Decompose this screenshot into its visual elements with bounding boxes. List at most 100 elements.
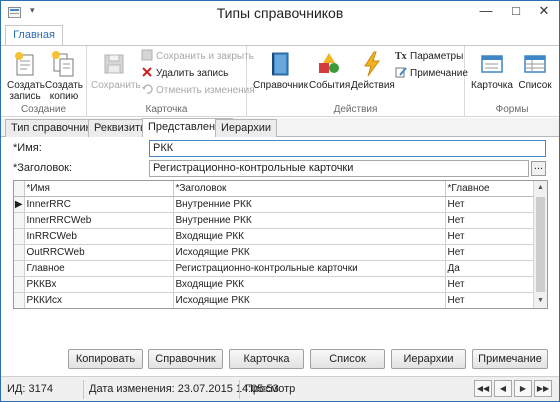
table-row[interactable]: Главное Регистрационно-контрольные карто… [14,260,534,277]
save-disk-icon [104,54,124,74]
cell-main[interactable]: Нет [445,276,534,293]
table-row[interactable]: InRRCWeb Входящие РКК Нет [14,228,534,245]
name-field[interactable]: РКК [149,140,546,157]
grid-vertical-scrollbar[interactable]: ▲ ▼ [533,181,547,308]
previous-record-icon[interactable]: ◀ [494,380,512,397]
grid-indicator-header [14,181,25,197]
scroll-up-icon[interactable]: ▲ [534,181,547,195]
cell-name[interactable]: InnerRRC [24,196,174,213]
svg-text:Tx: Tx [395,51,407,61]
save-close-button[interactable]: Сохранить и закрыть [141,49,254,65]
reference-button[interactable]: Справочник [253,50,308,91]
note-bottom-button[interactable]: Примечание [472,349,548,369]
cell-title[interactable]: Входящие РКК [173,276,446,293]
list-form-label: Список [518,80,552,91]
table-row[interactable]: РККВх Входящие РКК Нет [14,276,534,293]
row-selected-indicator-icon: ▶ [14,196,25,213]
table-row[interactable]: РККИсх Исходящие РКК Нет [14,292,534,308]
status-bar: ИД: 3174 Дата изменения: 23.07.2015 14:0… [1,376,559,401]
events-label: События [309,80,351,91]
minimize-button[interactable]: — [473,1,499,21]
reference-bottom-button[interactable]: Справочник [148,349,223,369]
first-record-icon[interactable]: ◀◀ [474,380,492,397]
scroll-down-icon[interactable]: ▼ [534,294,547,308]
cell-main[interactable]: Нет [445,228,534,245]
column-header-main[interactable]: *Главное [445,181,534,197]
create-copy-label: Создать копию [45,80,84,102]
create-record-button[interactable]: Создать запись [7,50,45,102]
row-indicator [14,292,25,308]
cell-main[interactable]: Да [445,260,534,277]
cell-title[interactable]: Входящие РКК [173,228,446,245]
cell-name[interactable]: InRRCWeb [24,228,174,245]
tab-hierarchies[interactable]: Иерархии [215,119,278,137]
status-divider [239,380,240,399]
list-form-button[interactable]: Список [515,50,555,91]
cell-title[interactable]: Исходящие РКК [173,292,446,308]
hierarchy-button[interactable]: Иерархии [391,349,466,369]
last-record-icon[interactable]: ▶▶ [534,380,552,397]
cell-title[interactable]: Регистрационно-контрольные карточки [173,260,446,277]
card-bottom-button[interactable]: Карточка [229,349,304,369]
close-button[interactable]: ✕ [529,1,559,21]
column-header-title[interactable]: *Заголовок [173,181,446,197]
events-shapes-icon [319,53,339,73]
cell-title[interactable]: Внутренние РКК [173,196,446,213]
new-document-icon [15,52,34,76]
list-form-icon [524,55,546,73]
note-label: Примечание [410,68,468,79]
cell-main[interactable]: Нет [445,292,534,308]
table-row[interactable]: InnerRRCWeb Внутренние РКК Нет [14,212,534,229]
table-row[interactable]: OutRRCWeb Исходящие РКК Нет [14,244,534,261]
cell-main[interactable]: Нет [445,196,534,213]
create-copy-button[interactable]: Создать копию [45,50,83,102]
cancel-changes-button[interactable]: Отменить изменения [141,83,255,99]
maximize-button[interactable]: □ [503,1,529,21]
cell-name[interactable]: OutRRCWeb [24,244,174,261]
ribbon-group-actions: Справочник События Действия TxПараметры [247,46,468,117]
card-form-label: Карточка [471,80,513,91]
cell-name[interactable]: РККВх [24,276,174,293]
actions-label: Действия [351,80,395,91]
save-label: Сохранить [91,80,141,91]
note-button[interactable]: Примечание [395,66,468,82]
save-button[interactable]: Сохранить [91,50,141,91]
card-form-button[interactable]: Карточка [469,50,515,91]
cell-name[interactable]: Главное [24,260,174,277]
next-record-icon[interactable]: ▶ [514,380,532,397]
lightning-icon [364,51,380,77]
cell-main[interactable]: Нет [445,212,534,229]
list-bottom-button[interactable]: Список [310,349,385,369]
card-form-icon [481,55,503,73]
undo-icon [142,84,153,94]
delete-record-label: Удалить запись [156,68,229,79]
ribbon-group-forms: Карточка Список Формы [465,46,559,117]
cell-title[interactable]: Исходящие РКК [173,244,446,261]
cell-title[interactable]: Внутренние РКК [173,212,446,229]
params-button[interactable]: Tx Параметры [395,49,463,65]
cell-main[interactable]: Нет [445,244,534,261]
main-window: ▾ Типы справочников — □ ✕ Главная Создат… [0,0,560,402]
views-grid: *Имя *Заголовок *Главное ▶ InnerRRC Внут… [13,180,548,309]
column-header-name[interactable]: *Имя [24,181,174,197]
actions-button[interactable]: Действия [351,50,395,91]
group-label-forms: Формы [495,104,529,115]
title-bar: ▾ Типы справочников — □ ✕ [1,1,559,25]
table-row[interactable]: ▶ InnerRRC Внутренние РКК Нет [14,196,534,213]
cell-name[interactable]: InnerRRCWeb [24,212,174,229]
ribbon-tab-home[interactable]: Главная [5,25,63,46]
scrollbar-thumb[interactable] [536,197,545,292]
group-label-create: Создание [20,104,67,115]
row-indicator [14,276,25,293]
delete-record-button[interactable]: Удалить запись [141,66,228,82]
header-field[interactable]: Регистрационно-контрольные карточки [149,160,529,177]
ribbon-tabs: Главная [1,25,559,46]
header-ellipsis-button[interactable]: ... [531,161,546,176]
copy-button[interactable]: Копировать [68,349,143,369]
events-button[interactable]: События [309,50,351,91]
card-tabs: Тип справочника Реквизиты Представления … [1,118,559,137]
book-icon [272,52,289,76]
cell-name[interactable]: РККИсх [24,292,174,308]
copy-document-icon [52,51,74,77]
save-close-icon [141,49,153,61]
